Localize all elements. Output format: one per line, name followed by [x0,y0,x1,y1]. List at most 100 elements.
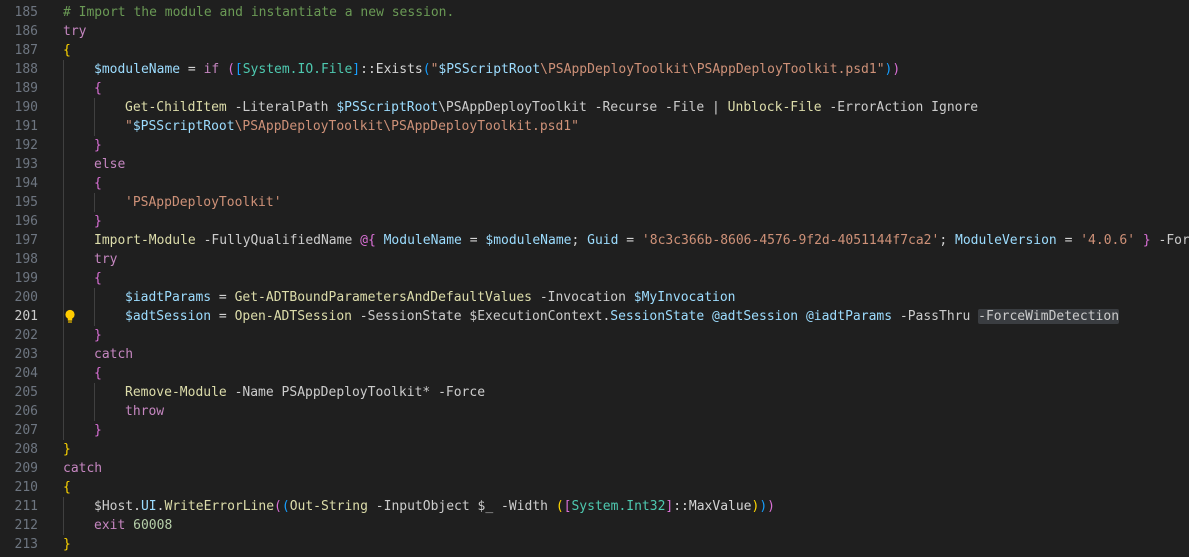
indent-guide [63,497,64,516]
indent-guide [63,383,64,402]
code-text: $adtSession = Open-ADTSession -SessionSt… [125,307,1120,326]
code-token: Get-ADTBoundParametersAndDefaultValues [234,290,532,305]
code-line[interactable]: 201 $adtSession = Open-ADTSession -Sessio… [0,307,1189,326]
indent-guide [94,383,95,402]
line-number: 199 [14,271,38,286]
code-text: { [63,478,71,497]
code-line[interactable]: 213} [0,535,1189,554]
lightbulb-icon[interactable] [64,309,76,324]
code-token: System.IO.File [242,62,353,77]
line-number: 187 [14,43,38,58]
indent-guide [63,155,64,174]
code-text: Import-Module -FullyQualifiedName @{ Mod… [94,231,1189,250]
code-line[interactable]: 197 Import-Module -FullyQualifiedName @{ … [0,231,1189,250]
indent-guide [94,193,95,212]
code-text: try [63,22,86,41]
code-token: { [94,271,102,286]
code-line[interactable]: 198 try [0,250,1189,269]
code-token: @{ [360,233,376,248]
indent-guide [63,231,64,250]
code-text: } [94,326,102,345]
code-line[interactable]: 186 try [0,22,1189,41]
code-editor[interactable]: 185 # Import the module and instantiate a… [0,0,1189,557]
code-line[interactable]: 194 { [0,174,1189,193]
indent-guide [63,269,64,288]
code-token: '8c3c366b-8606-4576-9f2d-4051144f7ca2' [641,233,940,248]
code-token: ( [555,499,564,514]
code-token: | [712,100,720,115]
code-text: { [94,269,102,288]
code-token: ] [352,62,361,77]
code-line[interactable]: 192} [0,136,1189,155]
line-number: 196 [14,214,38,229]
line-number: 212 [14,518,38,533]
code-line[interactable]: 195 'PSAppDeployToolkit' [0,193,1189,212]
code-token: '4.0.6' [1080,233,1136,248]
code-token: UI [140,499,157,514]
code-token: { [63,480,71,495]
code-line[interactable]: 208} [0,440,1189,459]
code-line[interactable]: 189 { [0,79,1189,98]
indent-guide [94,288,95,307]
code-line[interactable]: 187 { [0,41,1189,60]
line-number: 195 [14,195,38,210]
code-token: -InputObject [367,499,478,514]
indent-guide [94,117,95,136]
code-token: WriteErrorLine [164,499,275,514]
code-token: ( [227,62,235,77]
indent-guide [63,364,64,383]
code-line[interactable]: 188 $moduleName = if ([System.IO.File]::E… [0,60,1189,79]
code-token: = [1056,233,1081,248]
code-token: 60008 [125,518,173,533]
code-line[interactable]: 193 else [0,155,1189,174]
code-line[interactable]: 185 # Import the module and instantiate a… [0,3,1189,22]
code-line[interactable]: 200 $iadtParams = Get-ADTBoundParametersA… [0,288,1189,307]
code-line[interactable]: 207} [0,421,1189,440]
code-token: = [211,290,235,305]
code-token: } [94,423,102,438]
indent-guide [94,402,95,421]
code-line[interactable]: 209 catch [0,459,1189,478]
code-token: -Width [493,499,556,514]
code-token: 'PSAppDeployToolkit' [125,195,282,210]
code-line[interactable]: 202} [0,326,1189,345]
code-text: exit 60008 [94,516,172,535]
code-token: -LiteralPath [226,100,337,115]
code-line[interactable]: 190 Get-ChildItem -LiteralPath $PSScriptR… [0,98,1189,117]
code-line[interactable]: 206 throw [0,402,1189,421]
line-number: 186 [14,24,38,39]
code-token: -Invocation [532,290,634,305]
code-token: = [618,233,642,248]
code-token: { [94,176,102,191]
code-line[interactable]: 212 exit 60008 [0,516,1189,535]
code-text: } [63,440,71,459]
line-number: 201 [14,309,38,324]
line-number: 206 [14,404,38,419]
code-line[interactable]: 203 catch [0,345,1189,364]
code-line[interactable]: 191 "$PSScriptRoot\PSAppDeployToolkit\PSA… [0,117,1189,136]
code-token: Guid [587,233,619,248]
code-token: } [94,138,102,153]
indent-guide [63,60,64,79]
code-line[interactable]: 196} [0,212,1189,231]
line-number: 191 [14,119,38,134]
code-token: { [94,366,102,381]
code-token: $moduleName [485,233,572,248]
code-line[interactable]: 199 { [0,269,1189,288]
code-token: $PSScriptRoot [438,62,541,77]
indent-guide [63,421,64,440]
code-line[interactable]: 204 { [0,364,1189,383]
code-line[interactable]: 205 Remove-Module -Name PSAppDeployToolki… [0,383,1189,402]
code-line[interactable]: 211 $Host.UI.WriteErrorLine((Out-String -… [0,497,1189,516]
line-number: 193 [14,157,38,172]
code-line[interactable]: 210 { [0,478,1189,497]
code-token: " [125,119,133,134]
indent-guide [63,326,64,345]
code-token: \PSAppDeployToolkit -Recurse -File [438,100,713,115]
line-number: 188 [14,62,38,77]
line-number: 185 [14,5,38,20]
code-token: = [461,233,486,248]
code-token: ; [571,233,588,248]
